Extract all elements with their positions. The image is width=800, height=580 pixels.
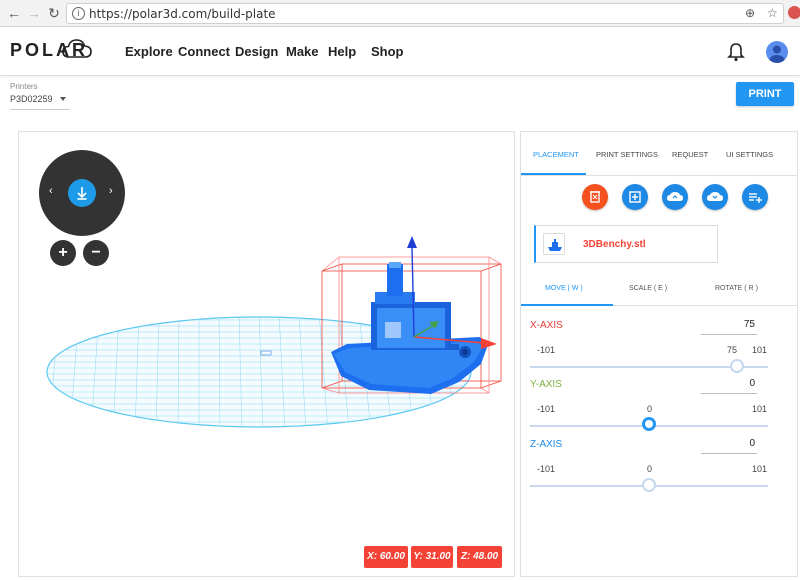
url-text[interactable]: https://polar3d.com/build-plate (89, 7, 276, 21)
add-to-queue-button[interactable] (742, 184, 768, 210)
panel-tabs: PLACEMENT PRINT SETTINGS REQUEST UI SETT… (521, 132, 797, 176)
model-thumbnail (543, 233, 565, 255)
z-axis-max: 101 (752, 464, 768, 474)
y-axis-max: 101 (752, 404, 768, 414)
model-file-name[interactable]: 3DBenchy.stl (583, 239, 646, 250)
coord-z-badge: Z: 48.00 (457, 546, 502, 568)
nav-make[interactable]: Make (286, 44, 319, 59)
build-plate-viewport[interactable]: ‹ › + − X: 60.00 Y: 31.00 Z: 48.00 (18, 131, 515, 577)
coord-x-badge: X: 60.00 (364, 546, 408, 568)
x-axis-slider-thumb[interactable] (730, 359, 745, 373)
zoom-out-button[interactable]: − (83, 240, 109, 266)
boat-icon (548, 239, 562, 251)
download-arrow-icon (77, 187, 87, 200)
pan-left-icon[interactable]: ‹ (49, 185, 53, 197)
z-axis-current: 0 (647, 464, 653, 474)
subtab-scale[interactable]: SCALE ( E ) (629, 285, 667, 292)
extension-icon[interactable] (788, 6, 800, 19)
active-subtab-indicator (521, 304, 613, 306)
pan-right-icon[interactable]: › (109, 185, 113, 197)
printer-select[interactable]: P3D02259 (10, 94, 70, 110)
cloud-download-icon (707, 192, 723, 201)
delete-model-button[interactable] (582, 184, 608, 210)
x-axis-max: 101 (752, 345, 768, 355)
x-axis-current: 75 (727, 345, 738, 355)
nav-help[interactable]: Help (328, 44, 356, 59)
minus-icon: − (91, 244, 101, 261)
placement-panel: PLACEMENT PRINT SETTINGS REQUEST UI SETT… (520, 131, 798, 577)
tab-placement[interactable]: PLACEMENT (533, 150, 579, 159)
add-model-button[interactable] (622, 184, 648, 210)
app-header: POLAR Explore Connect Design Make Help S… (0, 28, 800, 76)
x-axis-label: X-AXIS (530, 320, 563, 331)
gizmo-y-arrow-icon[interactable] (407, 236, 417, 248)
zoom-icon[interactable]: ⊕ (745, 6, 755, 20)
camera-reset-button[interactable] (68, 179, 96, 207)
model-file-card[interactable]: 3DBenchy.stl (534, 225, 718, 263)
y-axis-slider-thumb[interactable] (642, 417, 656, 431)
info-icon[interactable]: i (72, 7, 85, 20)
nav-design[interactable]: Design (235, 44, 278, 59)
address-bar[interactable]: i https://polar3d.com/build-plate ⊕ ☆ (66, 3, 784, 24)
browser-toolbar: ← → ↻ i https://polar3d.com/build-plate … (0, 0, 800, 27)
cloud-logo-icon[interactable] (62, 38, 92, 60)
subtab-move[interactable]: MOVE ( W ) (545, 285, 583, 292)
trash-icon (590, 191, 600, 203)
z-axis-slider-thumb[interactable] (642, 478, 656, 492)
notification-bell-icon[interactable] (727, 42, 745, 62)
camera-joystick[interactable]: ‹ › (39, 150, 125, 236)
nav-explore[interactable]: Explore (125, 44, 173, 59)
y-axis-value-input[interactable]: 0 (701, 378, 757, 394)
tab-request[interactable]: REQUEST (672, 150, 708, 159)
z-axis-label: Z-AXIS (530, 439, 563, 450)
tab-print-settings[interactable]: PRINT SETTINGS (596, 150, 658, 159)
x-axis-min: -101 (537, 345, 556, 355)
bookmark-star-icon[interactable]: ☆ (767, 6, 778, 20)
add-box-icon (629, 191, 641, 203)
user-avatar[interactable] (766, 41, 788, 63)
plus-icon: + (58, 244, 68, 261)
upload-button[interactable] (662, 184, 688, 210)
subtab-rotate[interactable]: ROTATE ( R ) (715, 285, 758, 292)
forward-icon[interactable]: → (26, 5, 42, 21)
transform-subtabs: MOVE ( W ) SCALE ( E ) ROTATE ( R ) (521, 270, 797, 306)
download-button[interactable] (702, 184, 728, 210)
z-axis-min: -101 (537, 464, 556, 474)
x-axis-value-input[interactable]: 75 (701, 319, 757, 335)
tab-ui-settings[interactable]: UI SETTINGS (726, 150, 773, 159)
coord-y-badge: Y: 31.00 (411, 546, 453, 568)
print-button[interactable]: PRINT (736, 82, 794, 106)
printer-selected-value: P3D02259 (10, 94, 53, 104)
playlist-add-icon (749, 193, 762, 203)
zoom-in-button[interactable]: + (50, 240, 76, 266)
nav-connect[interactable]: Connect (178, 44, 230, 59)
z-axis-value-input[interactable]: 0 (701, 438, 757, 454)
reload-icon[interactable]: ↻ (46, 5, 62, 21)
active-tab-indicator (521, 173, 586, 175)
y-axis-label: Y-AXIS (530, 379, 562, 390)
cloud-upload-icon (667, 192, 683, 201)
y-axis-min: -101 (537, 404, 556, 414)
nav-shop[interactable]: Shop (371, 44, 404, 59)
dropdown-caret-icon (60, 97, 66, 101)
user-icon (769, 45, 785, 63)
y-axis-current: 0 (647, 404, 653, 414)
printers-label: Printers (10, 82, 38, 91)
back-icon[interactable]: ← (6, 5, 22, 21)
